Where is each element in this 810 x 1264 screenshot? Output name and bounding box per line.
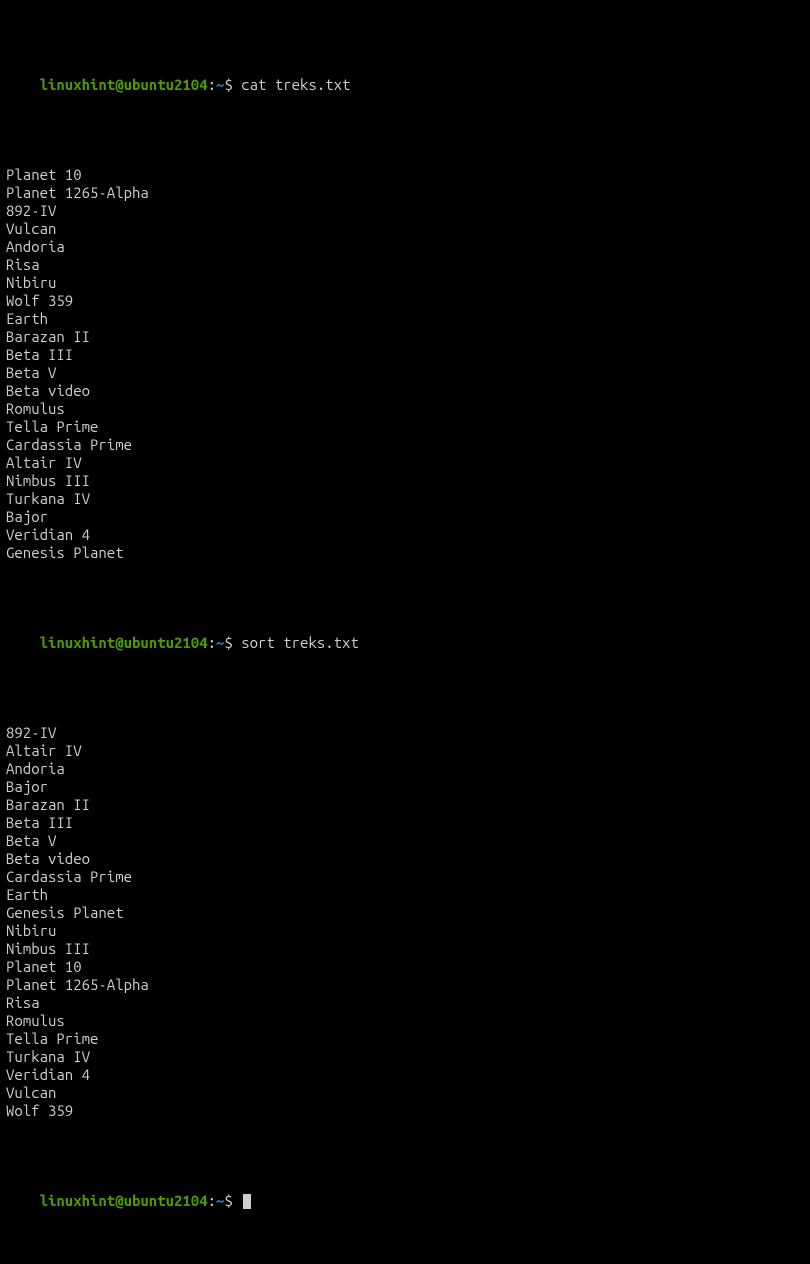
output-line: Beta III bbox=[6, 814, 804, 832]
prompt-dollar: $ bbox=[224, 1192, 232, 1209]
prompt-user-host: linuxhint@ubuntu2104 bbox=[40, 76, 208, 93]
output-line: 892-IV bbox=[6, 202, 804, 220]
output-line: Andoria bbox=[6, 760, 804, 778]
output-line: Planet 1265-Alpha bbox=[6, 184, 804, 202]
output-line: Bajor bbox=[6, 508, 804, 526]
output-line: Vulcan bbox=[6, 220, 804, 238]
command-1: cat treks.txt bbox=[241, 76, 350, 93]
output-line: Wolf 359 bbox=[6, 1102, 804, 1120]
output-line: Planet 10 bbox=[6, 166, 804, 184]
output-line: 892-IV bbox=[6, 724, 804, 742]
output-line: Nimbus III bbox=[6, 472, 804, 490]
output-line: Beta III bbox=[6, 346, 804, 364]
output-line: Altair IV bbox=[6, 742, 804, 760]
prompt-colon: : bbox=[208, 1192, 216, 1209]
command-2: sort treks.txt bbox=[241, 634, 359, 651]
output-line: Earth bbox=[6, 886, 804, 904]
output-block-2: 892-IVAltair IVAndoriaBajorBarazan IIBet… bbox=[6, 724, 804, 1120]
output-line: Beta video bbox=[6, 382, 804, 400]
output-line: Andoria bbox=[6, 238, 804, 256]
output-line: Tella Prime bbox=[6, 1030, 804, 1048]
output-line: Cardassia Prime bbox=[6, 436, 804, 454]
output-block-1: Planet 10Planet 1265-Alpha892-IVVulcanAn… bbox=[6, 166, 804, 562]
output-line: Risa bbox=[6, 256, 804, 274]
output-line: Barazan II bbox=[6, 328, 804, 346]
output-line: Wolf 359 bbox=[6, 292, 804, 310]
output-line: Earth bbox=[6, 310, 804, 328]
prompt-user-host: linuxhint@ubuntu2104 bbox=[40, 1192, 208, 1209]
output-line: Nibiru bbox=[6, 274, 804, 292]
prompt-path: ~ bbox=[216, 1192, 224, 1209]
prompt-colon: : bbox=[208, 76, 216, 93]
output-line: Altair IV bbox=[6, 454, 804, 472]
output-line: Nimbus III bbox=[6, 940, 804, 958]
prompt-colon: : bbox=[208, 634, 216, 651]
output-line: Vulcan bbox=[6, 1084, 804, 1102]
output-line: Romulus bbox=[6, 400, 804, 418]
prompt-user-host: linuxhint@ubuntu2104 bbox=[40, 634, 208, 651]
output-line: Turkana IV bbox=[6, 1048, 804, 1066]
output-line: Genesis Planet bbox=[6, 904, 804, 922]
output-line: Tella Prime bbox=[6, 418, 804, 436]
output-line: Barazan II bbox=[6, 796, 804, 814]
cursor bbox=[243, 1194, 251, 1209]
output-line: Beta V bbox=[6, 364, 804, 382]
output-line: Bajor bbox=[6, 778, 804, 796]
output-line: Veridian 4 bbox=[6, 1066, 804, 1084]
output-line: Romulus bbox=[6, 1012, 804, 1030]
prompt-line-1: linuxhint@ubuntu2104:~$ cat treks.txt bbox=[6, 58, 804, 112]
output-line: Beta V bbox=[6, 832, 804, 850]
output-line: Cardassia Prime bbox=[6, 868, 804, 886]
output-line: Genesis Planet bbox=[6, 544, 804, 562]
output-line: Beta video bbox=[6, 850, 804, 868]
prompt-dollar: $ bbox=[224, 634, 232, 651]
output-line: Risa bbox=[6, 994, 804, 1012]
output-line: Nibiru bbox=[6, 922, 804, 940]
output-line: Planet 10 bbox=[6, 958, 804, 976]
output-line: Turkana IV bbox=[6, 490, 804, 508]
prompt-dollar: $ bbox=[224, 76, 232, 93]
prompt-line-3[interactable]: linuxhint@ubuntu2104:~$ bbox=[6, 1174, 804, 1228]
output-line: Veridian 4 bbox=[6, 526, 804, 544]
output-line: Planet 1265-Alpha bbox=[6, 976, 804, 994]
terminal-window[interactable]: linuxhint@ubuntu2104:~$ cat treks.txt Pl… bbox=[6, 4, 804, 1264]
prompt-line-2: linuxhint@ubuntu2104:~$ sort treks.txt bbox=[6, 616, 804, 670]
